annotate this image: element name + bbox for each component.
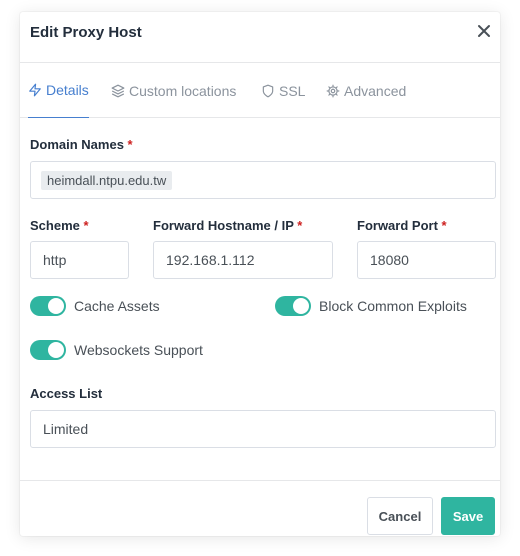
close-icon[interactable] (476, 23, 492, 39)
tab-advanced[interactable]: Advanced (326, 63, 406, 118)
switch-knob (48, 298, 64, 314)
edit-proxy-host-modal: Edit Proxy Host Details Custom locations (20, 12, 500, 536)
required-mark: * (441, 218, 447, 233)
domain-names-label: Domain Names * (30, 137, 133, 152)
tab-custom-locations-label: Custom locations (129, 82, 237, 99)
block-exploits-toggle[interactable]: Block Common Exploits (275, 296, 467, 316)
domain-chip[interactable]: heimdall.ntpu.edu.tw (41, 170, 173, 190)
access-list-value: Limited (43, 421, 89, 437)
scheme-value: http (43, 252, 67, 268)
tab-details-label: Details (46, 82, 89, 98)
port-label: Forward Port * (357, 218, 447, 233)
scheme-field[interactable]: http (30, 241, 129, 279)
modal-title: Edit Proxy Host (30, 24, 142, 41)
port-value: 18080 (370, 252, 409, 268)
websockets-switch[interactable] (30, 340, 66, 360)
cache-assets-label: Cache Assets (74, 298, 160, 314)
switch-knob (293, 298, 309, 314)
scheme-label: Scheme * (30, 218, 89, 233)
required-mark: * (297, 218, 303, 233)
required-mark: * (127, 137, 133, 152)
hostname-label: Forward Hostname / IP * (153, 218, 303, 233)
access-list-select[interactable]: Limited (30, 410, 496, 448)
required-mark: * (83, 218, 89, 233)
save-button[interactable]: Save (441, 497, 495, 535)
websockets-label: Websockets Support (74, 342, 203, 358)
block-exploits-label: Block Common Exploits (319, 298, 467, 314)
hostname-value: 192.168.1.112 (166, 252, 255, 268)
modal-footer: Cancel Save (20, 480, 500, 536)
zap-icon (29, 83, 41, 97)
cache-assets-switch[interactable] (30, 296, 66, 316)
modal-header: Edit Proxy Host (20, 12, 500, 62)
block-exploits-switch[interactable] (275, 296, 311, 316)
tab-custom-locations[interactable]: Custom locations (111, 63, 236, 118)
forward-hostname-field[interactable]: 192.168.1.112 (153, 241, 333, 279)
tab-advanced-label: Advanced (344, 82, 407, 99)
tab-bar: Details Custom locations SSL Advanced (20, 62, 500, 118)
tab-ssl[interactable]: SSL (261, 63, 305, 118)
cancel-button[interactable]: Cancel (367, 497, 433, 535)
access-list-label: Access List (30, 386, 103, 401)
layers-icon (111, 84, 125, 97)
gear-icon (326, 84, 340, 97)
websockets-toggle[interactable]: Websockets Support (30, 340, 203, 360)
forward-port-field[interactable]: 18080 (357, 241, 496, 279)
domain-names-input[interactable]: heimdall.ntpu.edu.tw (30, 161, 496, 199)
switch-knob (48, 342, 64, 358)
tab-ssl-label: SSL (279, 82, 306, 99)
shield-icon (262, 84, 274, 97)
cache-assets-toggle[interactable]: Cache Assets (30, 296, 160, 316)
tab-details[interactable]: Details (28, 63, 89, 118)
